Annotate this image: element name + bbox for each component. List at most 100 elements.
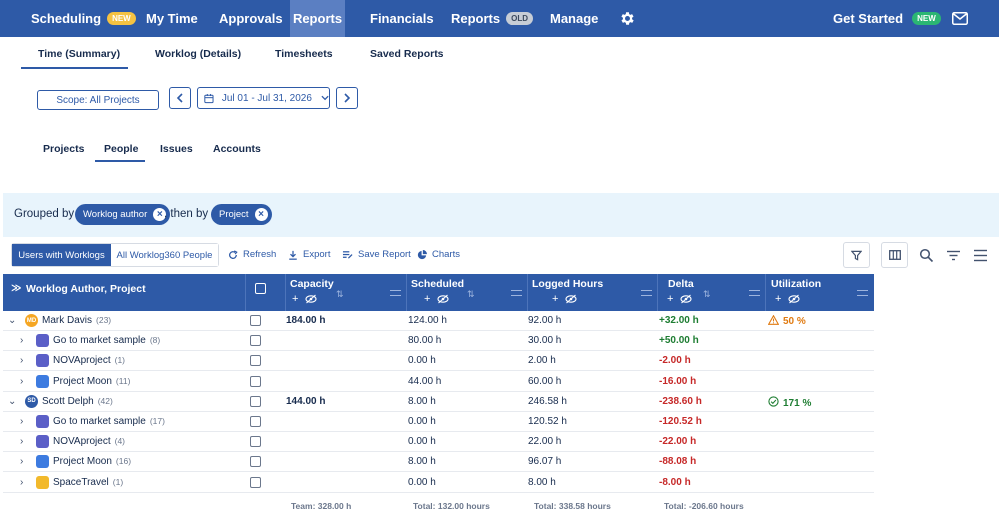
group-chip-worklog-author[interactable]: Worklog author × [75, 204, 171, 225]
select-all-checkbox[interactable] [255, 283, 266, 294]
group-chip-project[interactable]: Project × [211, 204, 272, 225]
nav-financials[interactable]: Financials [370, 0, 434, 37]
column-menu-icon[interactable] [511, 290, 522, 296]
chevron-right-icon[interactable]: › [20, 416, 23, 427]
row-checkbox[interactable] [250, 355, 261, 367]
view-tab-projects[interactable]: Projects [43, 143, 84, 155]
eye-off-icon[interactable] [565, 294, 577, 304]
logged-cell: 60.00 h [528, 375, 562, 387]
row-checkbox[interactable] [250, 335, 261, 347]
tab-time-summary[interactable]: Time (Summary) [38, 48, 120, 60]
column-header-capacity[interactable]: Capacity + ⇅ [286, 274, 407, 311]
add-icon[interactable]: + [667, 293, 673, 305]
worklog-count: (8) [149, 335, 161, 346]
sort-lines-icon[interactable] [946, 248, 961, 263]
users-with-worklogs-button[interactable]: Users with Worklogs [12, 244, 111, 266]
next-period-button[interactable] [336, 87, 358, 109]
column-header-logged[interactable]: Logged Hours + [528, 274, 658, 311]
table-row-project[interactable]: › Go to market sample (17) 0.00 h 120.52 h -1… [3, 412, 874, 432]
nav-my-time[interactable]: My Time [146, 0, 198, 37]
chevron-right-icon[interactable]: › [20, 335, 23, 346]
export-button[interactable]: Export [288, 249, 330, 260]
sort-icon[interactable]: ⇅ [467, 289, 475, 300]
column-menu-icon[interactable] [749, 290, 760, 296]
eye-off-icon[interactable] [437, 294, 449, 304]
view-tab-people[interactable]: People [104, 143, 138, 155]
row-checkbox[interactable] [250, 436, 261, 448]
chevron-right-icon[interactable]: › [20, 477, 23, 488]
view-tab-accounts[interactable]: Accounts [213, 143, 261, 155]
delta-cell: -2.00 h [659, 355, 691, 367]
column-header-utilization[interactable]: Utilization + [766, 274, 874, 311]
column-menu-icon[interactable] [857, 290, 868, 296]
chevron-right-icon[interactable]: › [20, 456, 23, 467]
scheduled-cell: 8.00 h [408, 456, 436, 468]
filter-button[interactable] [843, 242, 870, 268]
row-name-cell: Scott Delph (42) [42, 396, 113, 407]
table-row-project[interactable]: › NOVAproject (4) 0.00 h 22.00 h -22.00 h [3, 432, 874, 453]
table-row-project[interactable]: › Go to market sample (8) 80.00 h 30.00 h +50… [3, 331, 874, 352]
view-tab-issues[interactable]: Issues [160, 143, 193, 155]
chevron-right-icon[interactable]: › [20, 376, 23, 387]
table-row-project[interactable]: › Project Moon (16) 8.00 h 96.07 h -88.08 h [3, 452, 874, 473]
expand-all-icon[interactable]: ≫ [11, 283, 21, 294]
eye-off-icon[interactable] [788, 294, 800, 304]
column-header-scheduled[interactable]: Scheduled + ⇅ [407, 274, 528, 311]
nav-approvals[interactable]: Approvals [219, 0, 283, 37]
nav-reports[interactable]: Reports [290, 0, 345, 37]
sort-icon[interactable]: ⇅ [336, 289, 344, 300]
add-icon[interactable]: + [775, 293, 781, 305]
all-people-button[interactable]: All Worklog360 People [111, 244, 218, 266]
add-icon[interactable]: + [552, 293, 558, 305]
get-started-link[interactable]: Get Started NEW [833, 0, 941, 37]
table-row-author[interactable]: ⌄ SD Scott Delph (42) 144.00 h 8.00 h 246.58 h… [3, 392, 874, 412]
chevron-down-icon[interactable]: ⌄ [8, 396, 16, 407]
chevron-right-icon[interactable]: › [20, 436, 23, 447]
column-menu-icon[interactable] [641, 290, 652, 296]
refresh-button[interactable]: Refresh [228, 249, 276, 260]
columns-button[interactable] [881, 242, 908, 268]
worklog-count: (1) [114, 355, 126, 366]
tab-saved-reports[interactable]: Saved Reports [370, 48, 444, 60]
row-checkbox[interactable] [250, 395, 261, 407]
row-checkbox[interactable] [250, 416, 261, 427]
column-header-author[interactable]: ≫ Worklog Author, Project [3, 274, 246, 311]
then-by-label: , then by [164, 208, 209, 220]
eye-off-icon[interactable] [305, 294, 317, 304]
delta-cell: -16.00 h [659, 375, 697, 387]
chevron-down-icon[interactable]: ⌄ [8, 315, 16, 326]
mail-icon[interactable] [952, 12, 968, 25]
date-range-picker[interactable]: Jul 01 - Jul 31, 2026 [197, 87, 330, 109]
remove-chip-icon[interactable]: × [254, 208, 268, 221]
tab-timesheets[interactable]: Timesheets [275, 48, 333, 60]
table-row-project[interactable]: › SpaceTravel (1) 0.00 h 8.00 h -8.00 h [3, 473, 874, 493]
charts-button[interactable]: Charts [417, 249, 460, 260]
table-row-project[interactable]: › Project Moon (11) 44.00 h 60.00 h -16.00 h [3, 372, 874, 392]
hamburger-icon[interactable] [973, 248, 988, 263]
nav-manage[interactable]: Manage [550, 0, 598, 37]
chevron-right-icon[interactable]: › [20, 355, 23, 366]
add-icon[interactable]: + [424, 293, 430, 305]
table-row-author[interactable]: ⌄ MD Mark Davis (23) 184.00 h 124.00 h 92.00 h… [3, 311, 874, 331]
row-checkbox[interactable] [250, 476, 261, 488]
prev-period-button[interactable] [169, 87, 191, 109]
delta-cell: +32.00 h [659, 315, 699, 326]
table-row-project[interactable]: › NOVAproject (1) 0.00 h 2.00 h -2.00 h [3, 351, 874, 372]
scope-button[interactable]: Scope: All Projects [37, 90, 159, 110]
search-icon[interactable] [919, 248, 934, 263]
sort-icon[interactable]: ⇅ [703, 289, 711, 300]
tab-worklog-details[interactable]: Worklog (Details) [155, 48, 241, 60]
save-report-button[interactable]: Save Report [342, 249, 411, 260]
chevron-right-icon [344, 93, 351, 103]
nav-reports-old[interactable]: Reports OLD [451, 0, 534, 37]
column-menu-icon[interactable] [390, 290, 401, 296]
add-icon[interactable]: + [292, 293, 298, 305]
column-header-delta[interactable]: Delta + ⇅ [658, 274, 766, 311]
row-checkbox[interactable] [250, 456, 261, 468]
nav-scheduling[interactable]: Scheduling NEW [31, 0, 136, 37]
column-header-select[interactable] [246, 274, 286, 311]
row-checkbox[interactable] [250, 315, 261, 326]
row-checkbox[interactable] [250, 375, 261, 387]
eye-off-icon[interactable] [680, 294, 692, 304]
gear-icon[interactable] [619, 10, 636, 27]
